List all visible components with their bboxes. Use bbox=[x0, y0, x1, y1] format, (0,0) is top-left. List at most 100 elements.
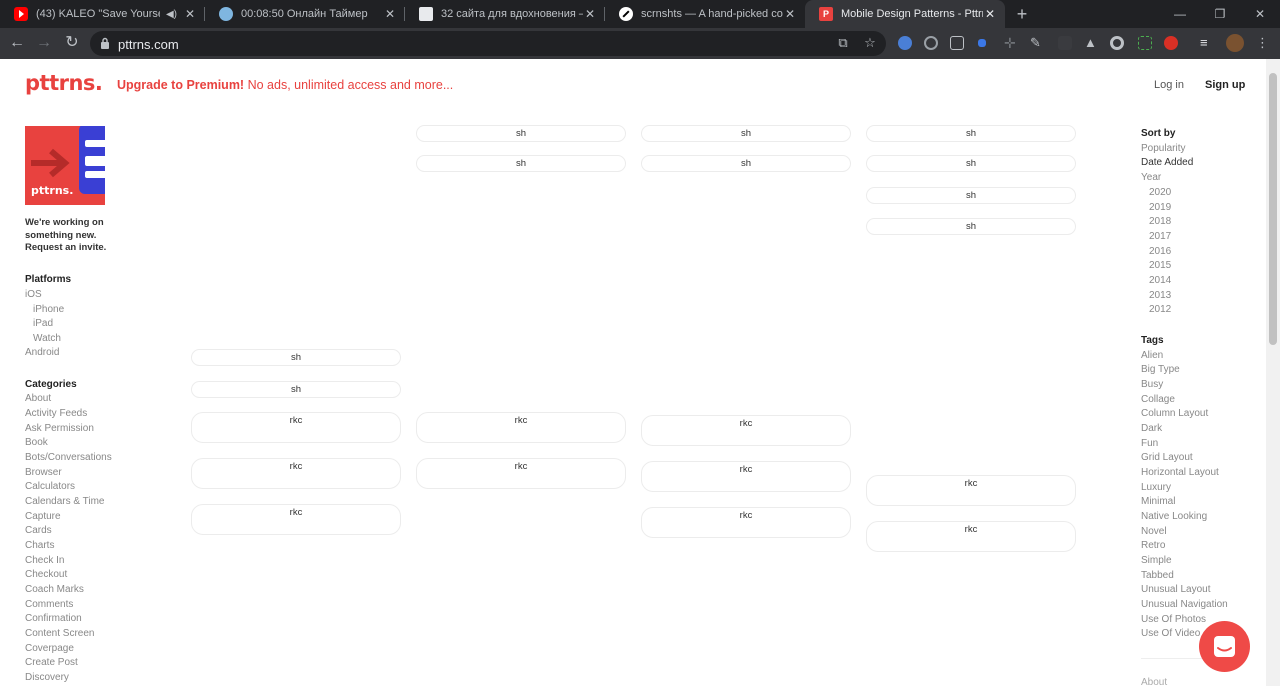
page-scrollbar[interactable] bbox=[1266, 59, 1280, 686]
forward-button[interactable]: → bbox=[33, 32, 55, 54]
promo-image[interactable]: pttrns. bbox=[25, 126, 105, 205]
close-tab-icon[interactable]: ✕ bbox=[383, 7, 397, 21]
upgrade-banner-link[interactable]: Upgrade to Premium! No ads, unlimited ac… bbox=[117, 78, 453, 92]
drive-icon[interactable]: ▲ bbox=[1084, 36, 1098, 50]
tag-link[interactable]: Unusual Layout bbox=[1141, 584, 1211, 595]
pattern-card[interactable]: rkc bbox=[191, 412, 401, 443]
year-link[interactable]: 2018 bbox=[1149, 216, 1171, 227]
maximize-button[interactable]: ❐ bbox=[1200, 0, 1240, 28]
menu-icon[interactable]: ⋮ bbox=[1256, 36, 1270, 50]
tag-link[interactable]: Grid Layout bbox=[1141, 452, 1193, 463]
category-link[interactable]: Checkout bbox=[25, 569, 67, 580]
tag-link[interactable]: Retro bbox=[1141, 540, 1165, 551]
minimize-button[interactable]: — bbox=[1160, 0, 1200, 28]
pattern-card[interactable]: sh bbox=[641, 125, 851, 142]
sort-popularity[interactable]: Popularity bbox=[1141, 143, 1185, 154]
year-link[interactable]: 2014 bbox=[1149, 275, 1171, 286]
extension-icon[interactable] bbox=[950, 36, 964, 50]
promo-text[interactable]: We're working on something new. Request … bbox=[25, 217, 125, 255]
pattern-card[interactable]: rkc bbox=[866, 521, 1076, 552]
site-logo[interactable]: pttrns. bbox=[25, 71, 103, 95]
tag-link[interactable]: Horizontal Layout bbox=[1141, 467, 1219, 478]
category-link[interactable]: Activity Feeds bbox=[25, 408, 87, 419]
category-link[interactable]: Calculators bbox=[25, 481, 75, 492]
platform-ios[interactable]: iOS bbox=[25, 289, 42, 300]
category-link[interactable]: Content Screen bbox=[25, 628, 95, 639]
year-link[interactable]: 2020 bbox=[1149, 187, 1171, 198]
platform-watch[interactable]: Watch bbox=[33, 333, 61, 344]
pattern-card[interactable]: sh bbox=[416, 155, 626, 172]
avatar[interactable] bbox=[1226, 34, 1244, 52]
year-link[interactable]: 2019 bbox=[1149, 202, 1171, 213]
star-icon[interactable]: ☆ bbox=[863, 36, 877, 50]
year-link[interactable]: 2017 bbox=[1149, 231, 1171, 242]
browser-tab-pttrns[interactable]: P Mobile Design Patterns - Pttrns ✕ bbox=[805, 0, 1005, 28]
pattern-card[interactable]: sh bbox=[866, 218, 1076, 235]
scrollbar-thumb[interactable] bbox=[1269, 73, 1277, 345]
pattern-card[interactable]: rkc bbox=[191, 504, 401, 535]
pattern-card[interactable]: sh bbox=[191, 381, 401, 398]
pen-icon[interactable]: ✎ bbox=[1030, 36, 1044, 50]
pattern-card[interactable]: sh bbox=[866, 187, 1076, 204]
pattern-card[interactable]: sh bbox=[191, 349, 401, 366]
browser-tab-timer[interactable]: 00:08:50 Онлайн Таймер ✕ bbox=[205, 0, 405, 28]
year-link[interactable]: 2013 bbox=[1149, 290, 1171, 301]
category-link[interactable]: Coverpage bbox=[25, 643, 74, 654]
category-link[interactable]: Cards bbox=[25, 525, 52, 536]
tag-link[interactable]: Native Looking bbox=[1141, 511, 1207, 522]
footer-about-link[interactable]: About bbox=[1141, 677, 1167, 686]
tag-link[interactable]: Dark bbox=[1141, 423, 1162, 434]
tag-link[interactable]: Alien bbox=[1141, 350, 1163, 361]
login-link[interactable]: Log in bbox=[1154, 79, 1184, 91]
reload-button[interactable]: ↻ bbox=[61, 32, 83, 54]
tag-link[interactable]: Unusual Navigation bbox=[1141, 599, 1228, 610]
tag-link[interactable]: Use Of Photos bbox=[1141, 614, 1206, 625]
pattern-card[interactable]: rkc bbox=[416, 458, 626, 489]
media-queue-icon[interactable]: ≡ bbox=[1200, 36, 1214, 50]
category-link[interactable]: Create Post bbox=[25, 657, 78, 668]
category-link[interactable]: Confirmation bbox=[25, 613, 82, 624]
category-link[interactable]: Discovery bbox=[25, 672, 69, 683]
extension-icon[interactable] bbox=[1058, 36, 1072, 50]
platform-iphone[interactable]: iPhone bbox=[33, 304, 64, 315]
tag-link[interactable]: Fun bbox=[1141, 438, 1158, 449]
signup-link[interactable]: Sign up bbox=[1205, 79, 1245, 91]
chat-launcher-button[interactable] bbox=[1199, 621, 1250, 672]
pattern-card[interactable]: sh bbox=[866, 125, 1076, 142]
year-link[interactable]: 2012 bbox=[1149, 304, 1171, 315]
extension-icon[interactable] bbox=[978, 39, 986, 47]
pattern-card[interactable]: sh bbox=[866, 155, 1076, 172]
year-link[interactable]: 2016 bbox=[1149, 246, 1171, 257]
browser-tab-vc[interactable]: 32 сайта для вдохновения — Де ✕ bbox=[405, 0, 605, 28]
tag-link[interactable]: Tabbed bbox=[1141, 570, 1174, 581]
close-tab-icon[interactable]: ✕ bbox=[783, 7, 797, 21]
tag-link[interactable]: Use Of Video bbox=[1141, 628, 1200, 639]
category-link[interactable]: Ask Permission bbox=[25, 423, 94, 434]
pattern-card[interactable]: rkc bbox=[641, 461, 851, 492]
tag-link[interactable]: Busy bbox=[1141, 379, 1163, 390]
category-link[interactable]: About bbox=[25, 393, 51, 404]
platform-ipad[interactable]: iPad bbox=[33, 318, 53, 329]
close-tab-icon[interactable]: ✕ bbox=[183, 7, 197, 21]
category-link[interactable]: Capture bbox=[25, 511, 61, 522]
close-window-button[interactable]: ✕ bbox=[1240, 0, 1280, 28]
category-link[interactable]: Coach Marks bbox=[25, 584, 84, 595]
extension-icon[interactable] bbox=[898, 36, 912, 50]
extension-icon[interactable] bbox=[1110, 36, 1124, 50]
extension-icon[interactable] bbox=[924, 36, 938, 50]
browser-tab-scrnshts[interactable]: scrnshts — A hand-picked collec ✕ bbox=[605, 0, 805, 28]
close-tab-icon[interactable]: ✕ bbox=[583, 7, 597, 21]
sort-date-added[interactable]: Date Added bbox=[1141, 157, 1193, 168]
tag-link[interactable]: Novel bbox=[1141, 526, 1167, 537]
year-link[interactable]: 2015 bbox=[1149, 260, 1171, 271]
tag-link[interactable]: Luxury bbox=[1141, 482, 1171, 493]
translate-icon[interactable]: ⧉ bbox=[836, 36, 850, 50]
pattern-card[interactable]: sh bbox=[641, 155, 851, 172]
platform-android[interactable]: Android bbox=[25, 347, 59, 358]
pattern-card[interactable]: rkc bbox=[416, 412, 626, 443]
pattern-card[interactable]: sh bbox=[416, 125, 626, 142]
tag-link[interactable]: Column Layout bbox=[1141, 408, 1208, 419]
pattern-card[interactable]: rkc bbox=[191, 458, 401, 489]
tag-link[interactable]: Big Type bbox=[1141, 364, 1180, 375]
extension-icon[interactable]: ✛ bbox=[1004, 36, 1018, 50]
